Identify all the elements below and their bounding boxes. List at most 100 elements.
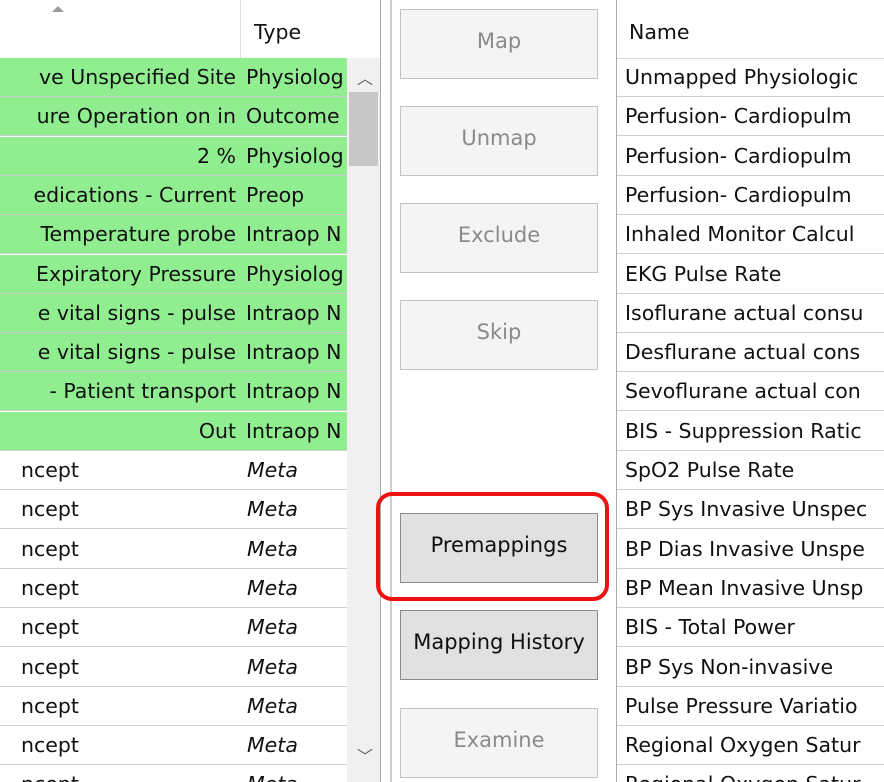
concept-type-cell: Intraop N xyxy=(246,379,342,404)
table-row[interactable]: ncept Meta xyxy=(0,765,362,782)
target-name-cell: SpO2 Pulse Rate xyxy=(625,458,795,482)
concept-type-cell: Physiolog xyxy=(246,65,344,89)
concept-type-cell: Outcome xyxy=(246,104,340,129)
concept-name-cell: ure Operation on in xyxy=(36,104,236,129)
mapping-history-button[interactable]: Mapping History xyxy=(400,610,598,680)
scrollbar-thumb[interactable] xyxy=(349,92,378,166)
grid-header: Type xyxy=(0,0,362,59)
concept-type-cell: Meta xyxy=(247,654,298,679)
table-row[interactable]: Isoflurane actual consu xyxy=(617,294,884,333)
concept-type-cell: Meta xyxy=(247,765,347,782)
concept-type-cell: Meta xyxy=(247,536,298,561)
concept-type-cell: Meta xyxy=(247,458,298,482)
table-row[interactable]: Expiratory Pressure Physiolog xyxy=(0,254,362,294)
table-row[interactable]: ncept Meta xyxy=(0,726,362,766)
table-row[interactable]: e vital signs - pulse Intraop N xyxy=(0,333,362,373)
table-row[interactable]: EKG Pulse Rate xyxy=(617,255,884,294)
panel-divider xyxy=(390,0,392,782)
table-row[interactable]: - Patient transport Intraop N xyxy=(0,372,362,412)
table-row[interactable]: ure Operation on in Outcome xyxy=(0,97,362,137)
table-row[interactable]: ncept Meta xyxy=(0,687,362,726)
concept-name-cell: ncept xyxy=(21,615,79,640)
table-row[interactable]: Perfusion- Cardiopulm xyxy=(617,137,884,176)
sort-ascending-icon xyxy=(52,6,64,12)
concept-type-cell: Intraop N xyxy=(246,340,342,365)
concept-type-cell: Meta xyxy=(247,733,298,758)
table-row[interactable]: SpO2 Pulse Rate xyxy=(617,451,884,490)
concept-name-cell: ncept xyxy=(0,765,238,782)
concept-type-cell: Meta xyxy=(247,575,298,600)
concept-name-cell: Out xyxy=(198,418,236,443)
concept-name-cell: ncept xyxy=(21,458,79,482)
examine-button[interactable]: Examine xyxy=(400,708,598,778)
table-row[interactable]: Temperature probe Intraop N xyxy=(0,215,362,255)
concept-name-cell: ncept xyxy=(21,575,79,600)
table-row[interactable]: BP Sys Invasive Unspec xyxy=(617,490,884,530)
unmap-button[interactable]: Unmap xyxy=(400,106,598,176)
table-row[interactable]: Regional Oxygen Satur xyxy=(617,726,884,766)
table-row[interactable]: edications - Current Preop xyxy=(0,175,362,215)
exclude-button[interactable]: Exclude xyxy=(400,203,598,273)
target-name-cell: Perfusion- Cardiopulm xyxy=(625,143,852,168)
map-button[interactable]: Map xyxy=(400,9,598,79)
table-row[interactable]: ncept Meta xyxy=(0,530,362,569)
table-row[interactable]: e vital signs - pulse Intraop N xyxy=(0,293,362,333)
table-row[interactable]: BP Mean Invasive Unsp xyxy=(617,569,884,608)
table-row[interactable]: BIS - Suppression Ratic xyxy=(617,412,884,451)
table-row[interactable]: Pulse Pressure Variatio xyxy=(617,687,884,726)
table-row[interactable]: ncept Meta xyxy=(0,608,362,648)
target-name-cell: Sevoflurane actual con xyxy=(625,379,861,404)
concept-name-cell: Expiratory Pressure xyxy=(36,261,236,286)
table-row[interactable]: Out Intraop N xyxy=(0,411,362,451)
concept-type-cell: Preop xyxy=(246,182,305,207)
concept-type-cell: Meta xyxy=(247,497,298,522)
table-row[interactable]: Unmapped Physiologic xyxy=(617,58,884,97)
column-header-type[interactable]: Type xyxy=(254,20,301,44)
table-row[interactable]: ncept Meta xyxy=(0,451,362,490)
table-row[interactable]: Regional Oxygen Satur xyxy=(617,765,884,782)
column-header-name[interactable] xyxy=(0,0,241,58)
table-row[interactable]: ve Unspecified Site Physiolog xyxy=(0,58,362,97)
vertical-scrollbar[interactable]: ︿ ﹀ xyxy=(347,58,380,782)
table-row[interactable]: Perfusion- Cardiopulm xyxy=(617,97,884,137)
table-row[interactable]: ncept Meta xyxy=(0,490,362,530)
target-name-cell: BP Dias Invasive Unspe xyxy=(625,536,865,561)
target-name-cell: Isoflurane actual consu xyxy=(625,300,864,325)
skip-button[interactable]: Skip xyxy=(400,300,598,370)
concept-name-cell: ncept xyxy=(21,693,79,718)
table-row[interactable]: ncept Meta xyxy=(0,569,362,608)
scroll-up-icon[interactable]: ︿ xyxy=(357,71,373,87)
target-name-cell: Inhaled Monitor Calcul xyxy=(625,222,855,247)
target-name-cell: BIS - Suppression Ratic xyxy=(625,418,862,443)
concept-name-cell: e vital signs - pulse xyxy=(37,300,236,325)
table-row[interactable]: 2 % Physiolog xyxy=(0,136,362,176)
table-row[interactable]: Inhaled Monitor Calcul xyxy=(617,215,884,255)
target-name-cell: Unmapped Physiologic xyxy=(625,65,859,89)
highlight-annotation xyxy=(376,492,609,601)
table-row[interactable]: Sevoflurane actual con xyxy=(617,372,884,412)
concept-name-cell: ncept xyxy=(21,536,79,561)
concept-name-cell: 2 % xyxy=(196,143,236,168)
concept-name-cell: ncept xyxy=(21,733,79,758)
table-row[interactable]: BP Sys Non-invasive xyxy=(617,648,884,687)
concept-name-cell: edications - Current xyxy=(33,182,236,207)
table-row[interactable]: BP Dias Invasive Unspe xyxy=(617,530,884,569)
target-name-cell: BP Sys Non-invasive xyxy=(625,654,834,679)
concept-grid[interactable]: Type ve Unspecified Site Physiolog ure Ope… xyxy=(0,0,381,782)
table-row[interactable]: ncept Meta xyxy=(0,648,362,687)
target-name-cell: Perfusion- Cardiopulm xyxy=(625,104,852,129)
table-row[interactable]: Perfusion- Cardiopulm xyxy=(617,176,884,215)
table-row[interactable]: Desflurane actual cons xyxy=(617,333,884,373)
concept-name-cell: Temperature probe xyxy=(40,222,236,247)
target-name-cell: Regional Oxygen Satur xyxy=(625,765,861,782)
target-name-cell: EKG Pulse Rate xyxy=(625,261,782,286)
concept-type-cell: Meta xyxy=(247,693,298,718)
target-name-cell: BIS - Total Power xyxy=(625,615,795,640)
column-header-name[interactable]: Name xyxy=(617,0,884,59)
scroll-down-icon[interactable]: ﹀ xyxy=(357,749,373,765)
concept-name-cell: ve Unspecified Site xyxy=(39,65,236,89)
target-name-cell: BP Mean Invasive Unsp xyxy=(625,575,864,600)
table-row[interactable]: BIS - Total Power xyxy=(617,608,884,648)
target-grid[interactable]: Name Unmapped Physiologic Perfusion- Card… xyxy=(616,0,884,782)
concept-type-cell: Intraop N xyxy=(246,300,342,325)
